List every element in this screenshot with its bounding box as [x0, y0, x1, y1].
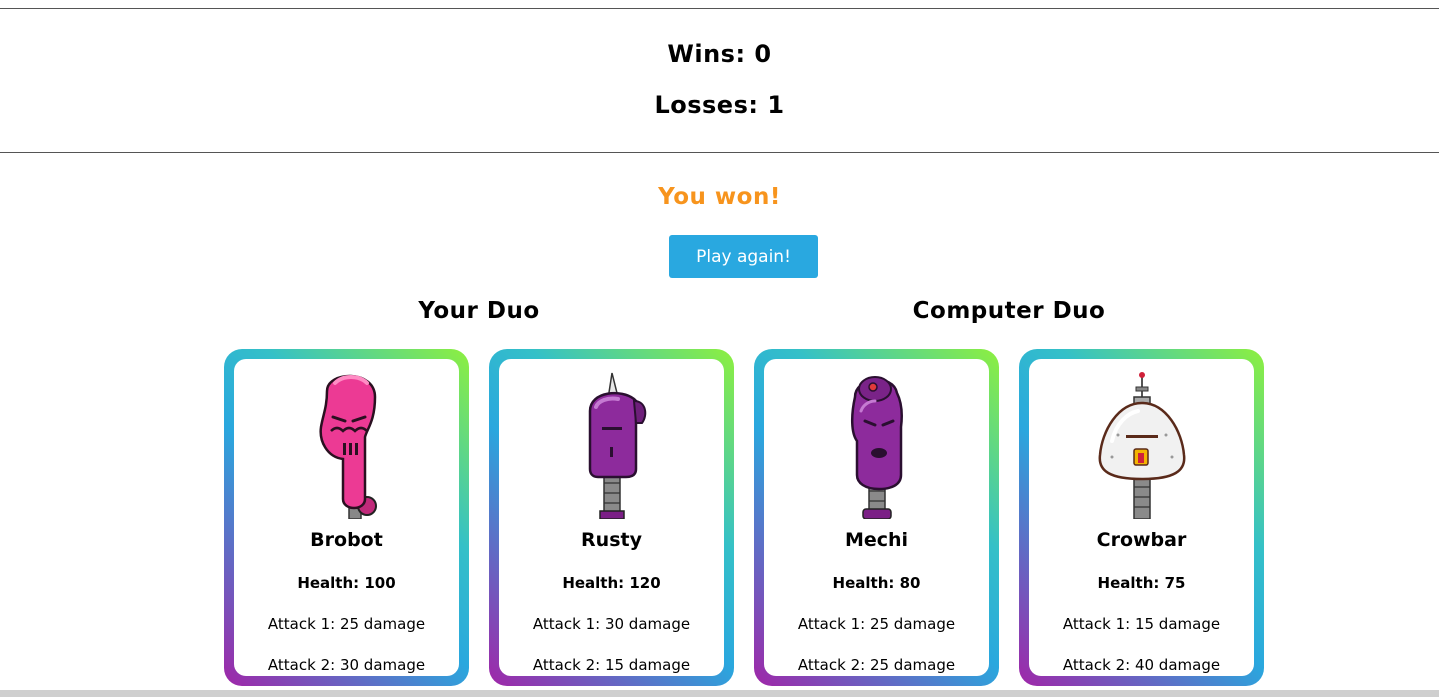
your-duo-title: Your Duo — [418, 298, 540, 324]
robot-name: Mechi — [844, 529, 909, 551]
robot-card-brobot[interactable]: Brobot Health: 100 Attack 1: 25 damage A… — [224, 349, 469, 686]
robot-attack-1: Attack 1: 15 damage — [1062, 615, 1221, 633]
robot-attack-1: Attack 1: 25 damage — [267, 615, 426, 633]
robot-attack-1: Attack 1: 30 damage — [532, 615, 691, 633]
robot-attack-2: Attack 2: 25 damage — [797, 656, 956, 674]
scoreboard-divider — [0, 152, 1439, 153]
robot-name: Crowbar — [1096, 529, 1187, 551]
purple-robot-icon — [850, 376, 903, 519]
robot-attack-2: Attack 2: 15 damage — [532, 656, 691, 674]
robot-attack-1: Attack 1: 25 damage — [797, 615, 956, 633]
game-page: Wins: 0 Losses: 1 You won! Play again! Y… — [0, 0, 1439, 697]
robot-name: Rusty — [581, 529, 642, 551]
wins-counter: Wins: 0 — [667, 40, 772, 68]
robot-health: Health: 100 — [297, 574, 396, 592]
purple-horned-robot-icon — [588, 372, 646, 519]
robot-attack-2: Attack 2: 30 damage — [267, 656, 426, 674]
white-antenna-robot-icon — [1098, 372, 1185, 519]
horizontal-scrollbar[interactable] — [0, 690, 1439, 697]
play-again-button[interactable]: Play again! — [669, 235, 818, 278]
robot-health: Health: 80 — [832, 574, 921, 592]
pink-robot-icon — [318, 374, 377, 519]
result-message: You won! — [658, 184, 781, 210]
robot-card-rusty[interactable]: Rusty Health: 120 Attack 1: 30 damage At… — [489, 349, 734, 686]
robot-health: Health: 120 — [562, 574, 661, 592]
robot-health: Health: 75 — [1097, 574, 1186, 592]
losses-counter: Losses: 1 — [654, 91, 785, 119]
robot-card-mechi[interactable]: Mechi Health: 80 Attack 1: 25 damage Att… — [754, 349, 999, 686]
top-divider — [0, 8, 1439, 9]
robot-attack-2: Attack 2: 40 damage — [1062, 656, 1221, 674]
robot-card-body: Mechi Health: 80 Attack 1: 25 damage Att… — [764, 359, 989, 676]
robot-card-crowbar[interactable]: Crowbar Health: 75 Attack 1: 15 damage A… — [1019, 349, 1264, 686]
robot-card-body: Rusty Health: 120 Attack 1: 30 damage At… — [499, 359, 724, 676]
computer-duo-title: Computer Duo — [912, 298, 1106, 324]
robot-card-body: Brobot Health: 100 Attack 1: 25 damage A… — [234, 359, 459, 676]
robot-name: Brobot — [310, 529, 383, 551]
robot-card-body: Crowbar Health: 75 Attack 1: 15 damage A… — [1029, 359, 1254, 676]
